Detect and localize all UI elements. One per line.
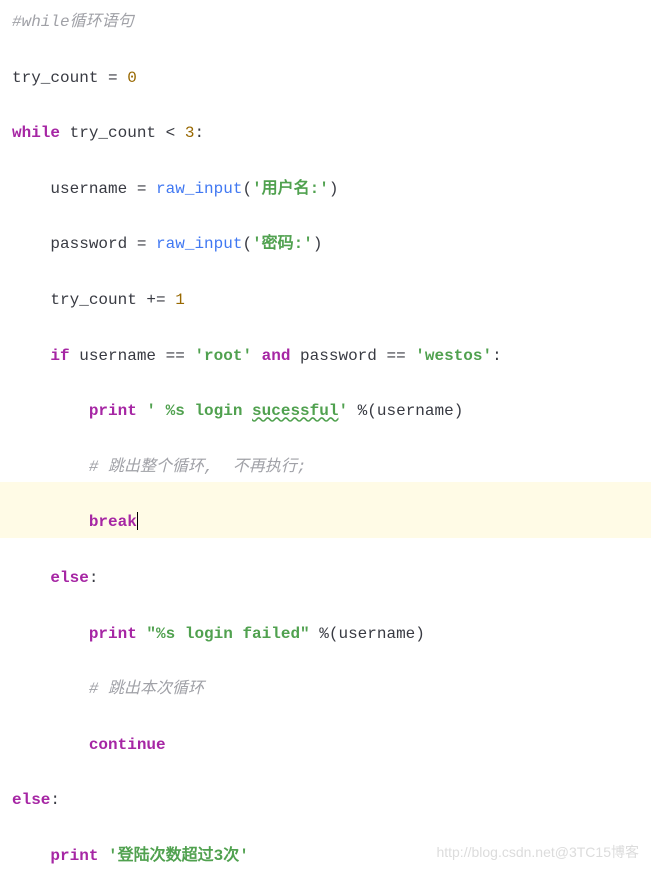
comment-text: # 跳出本次循环 (89, 680, 204, 698)
empty-line[interactable] (0, 93, 651, 119)
identifier: username (70, 347, 166, 365)
empty-line[interactable] (0, 816, 651, 842)
number-literal: 1 (175, 291, 185, 309)
string-literal: '登陆次数超过3次' (98, 847, 248, 865)
empty-line[interactable] (0, 482, 651, 508)
identifier: username (377, 402, 454, 420)
empty-line[interactable] (0, 538, 651, 564)
keyword-print: print (89, 402, 137, 420)
code-line-7[interactable]: if username == 'root' and password == 'w… (0, 342, 651, 372)
paren: ( (242, 235, 252, 253)
code-line-1[interactable]: #while循环语句 (0, 8, 651, 38)
empty-line[interactable] (0, 649, 651, 675)
identifier: try_count (50, 291, 136, 309)
code-line-11[interactable]: else: (0, 564, 651, 594)
code-line-4[interactable]: username = raw_input('用户名:') (0, 175, 651, 205)
operator: += (137, 291, 175, 309)
keyword-else: else (50, 569, 88, 587)
code-line-5[interactable]: password = raw_input('密码:') (0, 230, 651, 260)
string-literal: 'root' (194, 347, 252, 365)
operator: == (166, 347, 195, 365)
function-call: raw_input (156, 180, 242, 198)
code-line-15[interactable]: else: (0, 786, 651, 816)
empty-line[interactable] (0, 760, 651, 786)
code-line-2[interactable]: try_count = 0 (0, 64, 651, 94)
string-literal: "%s login failed" (137, 625, 310, 643)
empty-line[interactable] (0, 594, 651, 620)
operator: = (127, 235, 156, 253)
empty-line[interactable] (0, 371, 651, 397)
identifier: try_count (12, 69, 98, 87)
string-literal-typo: sucessful (252, 402, 338, 420)
string-literal: '用户名:' (252, 180, 329, 198)
watermark-text: http://blog.csdn.net@3TC15博客 (436, 841, 639, 863)
keyword-break: break (89, 513, 137, 531)
code-line-6[interactable]: try_count += 1 (0, 286, 651, 316)
paren: ) (454, 402, 464, 420)
operator: < (166, 124, 185, 142)
colon: : (89, 569, 99, 587)
empty-line[interactable] (0, 427, 651, 453)
code-line-10[interactable]: break (0, 508, 651, 538)
keyword-and: and (252, 347, 290, 365)
code-line-14[interactable]: continue (0, 731, 651, 761)
code-line-3[interactable]: while try_count < 3: (0, 119, 651, 149)
paren: ( (367, 402, 377, 420)
code-line-13[interactable]: # 跳出本次循环 (0, 675, 651, 705)
code-line-12[interactable]: print "%s login failed" %(username) (0, 620, 651, 650)
empty-line[interactable] (0, 316, 651, 342)
identifier: username (338, 625, 415, 643)
colon: : (492, 347, 502, 365)
paren: ) (313, 235, 323, 253)
keyword-print: print (50, 847, 98, 865)
string-literal: ' (338, 402, 348, 420)
operator: % (310, 625, 329, 643)
colon: : (194, 124, 204, 142)
keyword-print: print (89, 625, 137, 643)
number-literal: 0 (127, 69, 137, 87)
identifier: password (50, 235, 127, 253)
string-literal: 'westos' (415, 347, 492, 365)
keyword-if: if (50, 347, 69, 365)
keyword-else: else (12, 791, 50, 809)
keyword-continue: continue (89, 736, 166, 754)
paren: ) (415, 625, 425, 643)
identifier: try_count (60, 124, 166, 142)
operator: = (98, 69, 127, 87)
operator: == (386, 347, 415, 365)
identifier: username (50, 180, 127, 198)
text-cursor (137, 512, 138, 530)
comment-text: # 跳出整个循环, 不再执行; (89, 458, 307, 476)
function-call: raw_input (156, 235, 242, 253)
empty-line[interactable] (0, 204, 651, 230)
code-line-9[interactable]: # 跳出整个循环, 不再执行; (0, 453, 651, 483)
string-literal: ' %s login (137, 402, 252, 420)
identifier: password (290, 347, 386, 365)
empty-line[interactable] (0, 260, 651, 286)
paren: ( (242, 180, 252, 198)
operator: % (348, 402, 367, 420)
operator: = (127, 180, 156, 198)
keyword-while: while (12, 124, 60, 142)
paren: ) (329, 180, 339, 198)
comment-text: #while循环语句 (12, 13, 134, 31)
empty-line[interactable] (0, 705, 651, 731)
number-literal: 3 (185, 124, 195, 142)
colon: : (50, 791, 60, 809)
string-literal: '密码:' (252, 235, 313, 253)
code-editor[interactable]: #while循环语句 try_count = 0 while try_count… (0, 8, 651, 872)
code-line-8[interactable]: print ' %s login sucessful' %(username) (0, 397, 651, 427)
empty-line[interactable] (0, 149, 651, 175)
empty-line[interactable] (0, 38, 651, 64)
